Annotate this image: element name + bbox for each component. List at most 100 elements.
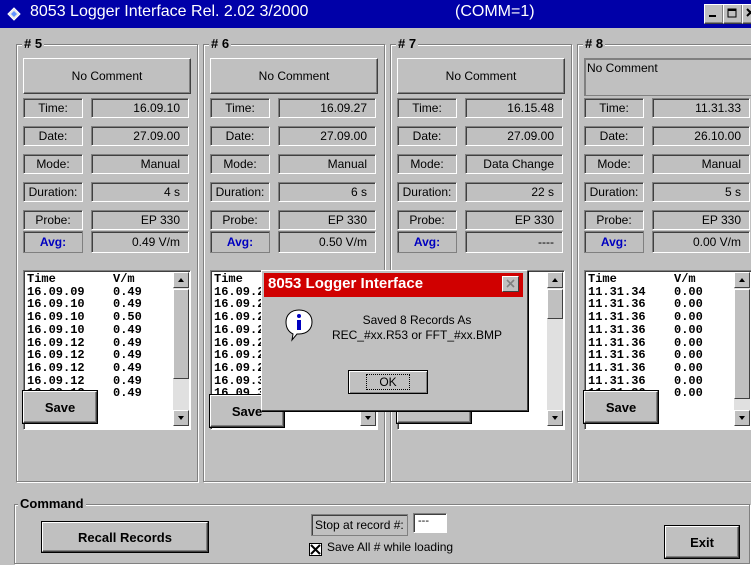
record-panel-8: # 8 No Comment Time: 11.31.33 Date: 26.10.00 M… (577, 36, 751, 482)
scroll-thumb[interactable] (734, 289, 750, 399)
arrow-down-icon (739, 416, 745, 420)
probe-label: Probe: (584, 210, 644, 230)
avg-value: 0.00 V/m (652, 231, 750, 253)
arrow-up-icon (552, 278, 558, 282)
duration-value: 22 s (465, 182, 563, 202)
date-label: Date: (397, 126, 457, 146)
date-label: Date: (23, 126, 83, 146)
row-time: 16.09.12 (27, 360, 85, 375)
scroll-down-button[interactable] (360, 410, 376, 426)
dialog-title: 8053 Logger Interface (268, 275, 424, 292)
probe-label: Probe: (23, 210, 83, 230)
arrow-up-icon (739, 278, 745, 282)
stop-at-record-input[interactable]: --- (413, 513, 447, 533)
avg-label: Avg: (23, 231, 83, 253)
saved-records-dialog: 8053 Logger Interface Saved 8 Records As… (261, 270, 528, 411)
probe-label: Probe: (397, 210, 457, 230)
mode-label: Mode: (23, 154, 83, 174)
records-list: Time V/m 16.09.09 0.49 16.09.10 0.49 16.09.10 0… (27, 273, 167, 400)
row-value: 0.50 (113, 310, 142, 325)
avg-label: Avg: (397, 231, 457, 253)
exit-button[interactable]: Exit (665, 526, 739, 558)
scroll-up-button[interactable] (734, 272, 750, 288)
list-item[interactable]: 11.31.36 0.00 (588, 311, 728, 324)
comment-button[interactable]: No Comment (23, 58, 191, 94)
row-value: 0.00 (674, 360, 703, 375)
ok-button[interactable]: OK (348, 370, 428, 394)
duration-label: Duration: (210, 182, 270, 202)
save-all-label: Save All # while loading (327, 540, 454, 554)
save-button[interactable]: Save (584, 391, 658, 423)
title-bar[interactable]: 8053 Logger Interface Rel. 2.02 3/2000 (… (0, 0, 751, 28)
window-title: 8053 Logger Interface Rel. 2.02 3/2000 (30, 3, 309, 20)
arrow-up-icon (178, 278, 184, 282)
probe-value: EP 330 (465, 210, 563, 230)
time-label: Time: (397, 98, 457, 118)
date-value: 27.09.00 (91, 126, 189, 146)
comm-status: (COMM=1) (455, 3, 535, 20)
col-vm-header: V/m (113, 272, 135, 286)
dialog-close-button[interactable] (502, 276, 519, 292)
minimize-button[interactable] (704, 4, 724, 24)
mode-label: Mode: (584, 154, 644, 174)
scroll-down-button[interactable] (734, 410, 750, 426)
arrow-down-icon (178, 416, 184, 420)
list-scrollbar[interactable] (734, 272, 750, 426)
maximize-button[interactable] (723, 4, 743, 24)
scroll-down-button[interactable] (173, 410, 189, 426)
close-button[interactable] (742, 4, 751, 24)
list-item[interactable]: 16.09.10 0.49 (27, 324, 167, 337)
row-time: 16.09.10 (27, 322, 85, 337)
date-value: 27.09.00 (278, 126, 376, 146)
scroll-down-button[interactable] (547, 410, 563, 426)
time-value: 16.09.10 (91, 98, 189, 118)
recall-records-button[interactable]: Recall Records (42, 522, 208, 552)
row-time: 11.31.36 (588, 360, 646, 375)
date-label: Date: (584, 126, 644, 146)
scroll-thumb[interactable] (547, 289, 563, 319)
list-scrollbar[interactable] (547, 272, 563, 426)
app-icon (7, 7, 21, 21)
ok-label: OK (366, 374, 410, 390)
time-label: Time: (210, 98, 270, 118)
row-value: 0.49 (113, 322, 142, 337)
time-value: 11.31.33 (652, 98, 750, 118)
dialog-title-bar[interactable]: 8053 Logger Interface (264, 273, 523, 297)
save-all-checkbox[interactable] (309, 543, 322, 556)
save-button[interactable]: Save (23, 391, 97, 423)
comment-button[interactable]: No Comment (210, 58, 378, 94)
arrow-down-icon (365, 416, 371, 420)
panel-label: # 8 (583, 36, 606, 51)
duration-label: Duration: (584, 182, 644, 202)
list-scrollbar[interactable] (173, 272, 189, 426)
date-label: Date: (210, 126, 270, 146)
close-icon (506, 279, 515, 288)
list-item[interactable]: 11.31.36 0.00 (588, 324, 728, 337)
comment-field[interactable]: No Comment (584, 58, 751, 96)
row-time: 11.31.36 (588, 310, 646, 325)
dialog-message-line1: Saved 8 Records As (362, 313, 472, 327)
duration-value: 6 s (278, 182, 376, 202)
comment-button[interactable]: No Comment (397, 58, 565, 94)
dialog-message-line2: REC_#xx.R53 or FFT_#xx.BMP (331, 328, 503, 342)
row-value: 0.00 (674, 322, 703, 337)
maximize-icon (727, 8, 737, 18)
row-value: 0.49 (113, 360, 142, 375)
row-value: 0.00 (674, 310, 703, 325)
scroll-thumb[interactable] (173, 289, 189, 379)
time-label: Time: (23, 98, 83, 118)
list-header: Time V/m (588, 273, 728, 286)
date-value: 26.10.00 (652, 126, 750, 146)
list-item[interactable]: 11.31.36 0.00 (588, 362, 728, 375)
mode-value: Manual (652, 154, 750, 174)
list-item[interactable]: 16.09.10 0.50 (27, 311, 167, 324)
time-value: 16.09.27 (278, 98, 376, 118)
scroll-up-button[interactable] (547, 272, 563, 288)
row-time: 11.31.36 (588, 322, 646, 337)
col-time-header: Time (588, 272, 617, 286)
panel-label: # 7 (396, 36, 419, 51)
scroll-up-button[interactable] (173, 272, 189, 288)
time-label: Time: (584, 98, 644, 118)
list-item[interactable]: 16.09.12 0.49 (27, 362, 167, 375)
avg-value: 0.50 V/m (278, 231, 376, 253)
